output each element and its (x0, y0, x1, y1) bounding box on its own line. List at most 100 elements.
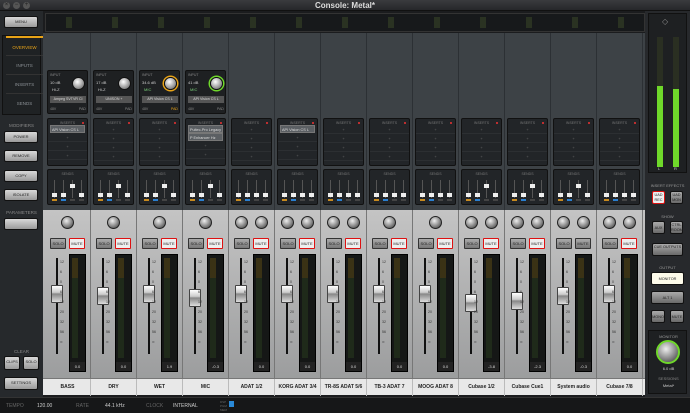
send-fader[interactable] (282, 180, 287, 201)
send-fader-cap[interactable] (631, 193, 636, 197)
pan-knob-left[interactable] (557, 216, 570, 229)
insert-power-led[interactable] (128, 122, 130, 124)
aux-button[interactable]: AUX (652, 221, 665, 234)
meter-peak-value[interactable]: -0.3 (208, 362, 223, 371)
mute-button[interactable]: MUTE (529, 238, 545, 249)
insert-power-led[interactable] (542, 122, 544, 124)
send-fader-cap[interactable] (576, 184, 581, 188)
send-fader-cap[interactable] (346, 193, 351, 197)
send-fader[interactable] (70, 180, 75, 201)
send-fader[interactable] (162, 180, 167, 201)
mute-button[interactable]: MUTE (437, 238, 453, 249)
insert-power-led[interactable] (358, 122, 360, 124)
send-fader[interactable] (328, 180, 333, 201)
clear-clips-button[interactable]: CLIPS (4, 356, 20, 370)
send-fader-cap[interactable] (300, 193, 305, 197)
channel-name[interactable]: KORG ADAT 3/4 (275, 379, 321, 396)
send-fader-cap[interactable] (144, 193, 149, 197)
send-fader-cap[interactable] (263, 193, 268, 197)
send-fader-cap[interactable] (337, 193, 342, 197)
meter-peak-value[interactable]: -0.3 (576, 362, 591, 371)
insert-slot-empty[interactable]: + (508, 134, 547, 143)
send-fader-cap[interactable] (328, 193, 333, 197)
send-fader[interactable] (245, 180, 250, 201)
preamp-plugin[interactable]: API Vision CS L (188, 96, 224, 103)
send-fader[interactable] (447, 180, 452, 201)
send-fader-cap[interactable] (613, 193, 618, 197)
send-fader[interactable] (429, 180, 434, 201)
send-fader[interactable] (61, 180, 66, 201)
send-fader[interactable] (355, 180, 360, 201)
send-fader-cap[interactable] (291, 193, 296, 197)
send-fader-cap[interactable] (162, 184, 167, 188)
send-fader-cap[interactable] (171, 193, 176, 197)
insert-power-led[interactable] (450, 122, 452, 124)
send-fader-cap[interactable] (153, 193, 158, 197)
send-fader[interactable] (493, 180, 498, 201)
send-fader-cap[interactable] (539, 193, 544, 197)
send-fader-cap[interactable] (401, 193, 406, 197)
meter-peak-value[interactable]: 1.9 (162, 362, 177, 371)
insert-slot-empty[interactable]: + (600, 125, 639, 134)
pan-knob[interactable] (107, 216, 120, 229)
send-fader[interactable] (613, 180, 618, 201)
insert-slot-empty[interactable]: + (140, 125, 179, 134)
pan-knob-right[interactable] (347, 216, 360, 229)
send-fader-cap[interactable] (447, 193, 452, 197)
insert-slot-empty[interactable]: + (94, 125, 133, 134)
insert-slot-plugin[interactable]: API Vision CS L (280, 125, 315, 133)
insert-slot-empty[interactable]: + (140, 143, 179, 152)
nav-inserts[interactable]: INSERTS (6, 74, 43, 93)
rate-value[interactable]: 44.1 kHz (105, 403, 125, 409)
uad-rec-button[interactable]: UAD REC (652, 191, 665, 204)
mute-button[interactable]: MUTE (299, 238, 315, 249)
solo-button[interactable]: SOLO (464, 238, 480, 249)
pan-knob[interactable] (153, 216, 166, 229)
mute-button[interactable]: MUTE (115, 238, 131, 249)
pan-knob[interactable] (199, 216, 212, 229)
send-fader[interactable] (144, 180, 149, 201)
insert-slot-empty[interactable]: + (324, 152, 363, 161)
send-fader-cap[interactable] (125, 193, 130, 197)
settings-button[interactable]: SETTINGS (4, 377, 38, 390)
send-fader-cap[interactable] (70, 184, 75, 188)
solo-button[interactable]: SOLO (50, 238, 66, 249)
nav-sends[interactable]: SENDS (6, 93, 43, 112)
insert-slot-empty[interactable]: + (370, 143, 409, 152)
pan-knob[interactable] (429, 216, 442, 229)
session-name[interactable]: Metal* (649, 383, 688, 388)
send-fader-cap[interactable] (309, 193, 314, 197)
insert-slot-empty[interactable]: + (462, 134, 501, 143)
meter-peak-value[interactable]: 0.0 (300, 362, 315, 371)
send-fader-cap[interactable] (61, 193, 66, 197)
solo-button[interactable]: SOLO (418, 238, 434, 249)
send-fader[interactable] (392, 180, 397, 201)
send-fader[interactable] (374, 180, 379, 201)
insert-slot-empty[interactable]: + (232, 143, 271, 152)
pad-label[interactable]: PAD (125, 107, 132, 111)
solo-button[interactable]: SOLO (372, 238, 388, 249)
channel-name[interactable]: DRY (91, 379, 137, 396)
insert-slot-empty[interactable]: + (554, 152, 593, 161)
mute-button[interactable]: MUTE (575, 238, 591, 249)
insert-power-led[interactable] (82, 122, 84, 124)
insert-slot-empty[interactable]: + (416, 134, 455, 143)
send-fader-cap[interactable] (217, 193, 222, 197)
pad-label[interactable]: PAD (171, 107, 178, 111)
send-fader-cap[interactable] (438, 193, 443, 197)
insert-slot-empty[interactable]: + (278, 133, 317, 142)
send-fader[interactable] (585, 180, 590, 201)
send-fader[interactable] (236, 180, 241, 201)
insert-power-led[interactable] (266, 122, 268, 124)
insert-slot-empty[interactable]: + (140, 134, 179, 143)
send-fader[interactable] (254, 180, 259, 201)
send-fader[interactable] (190, 180, 195, 201)
solo-button[interactable]: SOLO (602, 238, 618, 249)
mute-button[interactable]: MUTE (621, 238, 637, 249)
insert-slot-empty[interactable]: + (324, 125, 363, 134)
send-fader[interactable] (567, 180, 572, 201)
pad-label[interactable]: PAD (79, 107, 86, 111)
meter-peak-value[interactable]: 0.0 (392, 362, 407, 371)
send-fader[interactable] (631, 180, 636, 201)
send-fader-cap[interactable] (392, 193, 397, 197)
